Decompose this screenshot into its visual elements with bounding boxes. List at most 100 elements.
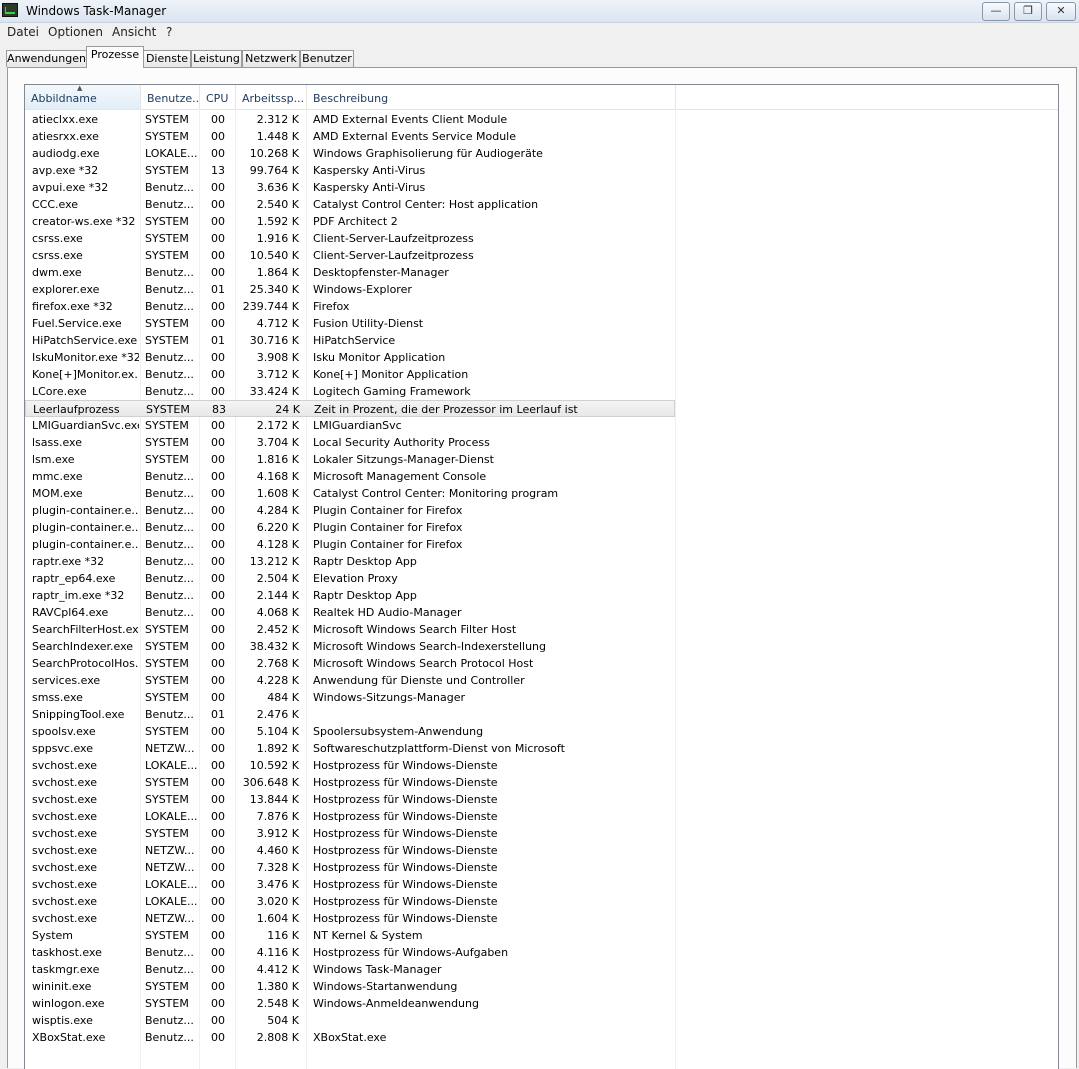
table-row[interactable]: IskuMonitor.exe *32 Benutz... 00 3.908 K Isk… <box>25 349 1058 366</box>
process-description: Hostprozess für Windows-Dienste <box>313 878 498 891</box>
process-memory: 306.648 K <box>242 776 299 789</box>
table-row[interactable]: HiPatchService.exe SYSTEM 01 30.716 K HiPatc… <box>25 332 1058 349</box>
table-row[interactable]: atieclxx.exe SYSTEM 00 2.312 K AMD External … <box>25 111 1058 128</box>
process-user: Benutz... <box>145 708 194 721</box>
process-rows: atieclxx.exe SYSTEM 00 2.312 K AMD External … <box>25 111 1058 1046</box>
process-name: XBoxStat.exe <box>32 1031 106 1044</box>
table-row[interactable]: CCC.exe Benutz... 00 2.540 K Catalyst Contro… <box>25 196 1058 213</box>
table-row[interactable]: wisptis.exe Benutz... 00 504 K <box>25 1012 1058 1029</box>
table-row[interactable]: svchost.exe NETZW... 00 1.604 K Hostprozess … <box>25 910 1058 927</box>
table-row[interactable]: explorer.exe Benutz... 01 25.340 K Windows-E… <box>25 281 1058 298</box>
table-row[interactable]: plugin-container.e... Benutz... 00 4.128 K P… <box>25 536 1058 553</box>
tab-dienste[interactable]: Dienste <box>143 50 191 67</box>
process-cpu: 00 <box>211 776 225 789</box>
table-row[interactable]: LMIGuardianSvc.exe SYSTEM 00 2.172 K LMIGuar… <box>25 417 1058 434</box>
column-header-mem[interactable]: Arbeitssp... <box>236 85 307 109</box>
table-row[interactable]: firefox.exe *32 Benutz... 00 239.744 K Firef… <box>25 298 1058 315</box>
column-header-name[interactable]: ▲ Abbildname <box>25 85 141 109</box>
process-description: Logitech Gaming Framework <box>313 385 471 398</box>
table-row[interactable]: avp.exe *32 SYSTEM 13 99.764 K Kaspersky Ant… <box>25 162 1058 179</box>
tab-prozesse[interactable]: Prozesse <box>86 46 144 68</box>
table-row[interactable]: sppsvc.exe NETZW... 00 1.892 K Softwareschut… <box>25 740 1058 757</box>
column-header-desc[interactable]: Beschreibung <box>307 85 676 109</box>
process-memory: 1.892 K <box>256 742 299 755</box>
process-name: HiPatchService.exe <box>32 334 138 347</box>
table-row[interactable]: svchost.exe NETZW... 00 7.328 K Hostprozess … <box>25 859 1058 876</box>
table-row[interactable]: raptr_ep64.exe Benutz... 00 2.504 K Elevatio… <box>25 570 1058 587</box>
table-row[interactable]: csrss.exe SYSTEM 00 1.916 K Client-Server-La… <box>25 230 1058 247</box>
table-row[interactable]: SearchFilterHost.exe SYSTEM 00 2.452 K Micro… <box>25 621 1058 638</box>
process-memory: 3.476 K <box>256 878 299 891</box>
menu-optionen[interactable]: Optionen <box>48 25 103 39</box>
process-name: SearchIndexer.exe <box>32 640 134 653</box>
process-cpu: 00 <box>211 215 225 228</box>
table-row[interactable]: svchost.exe NETZW... 00 4.460 K Hostprozess … <box>25 842 1058 859</box>
table-row[interactable]: SearchIndexer.exe SYSTEM 00 38.432 K Microso… <box>25 638 1058 655</box>
table-row[interactable]: avpui.exe *32 Benutz... 00 3.636 K Kaspersky… <box>25 179 1058 196</box>
table-row[interactable]: Fuel.Service.exe SYSTEM 00 4.712 K Fusion Ut… <box>25 315 1058 332</box>
table-row[interactable]: SnippingTool.exe Benutz... 01 2.476 K <box>25 706 1058 723</box>
process-memory: 10.592 K <box>249 759 299 772</box>
table-row[interactable]: svchost.exe SYSTEM 00 13.844 K Hostprozess f… <box>25 791 1058 808</box>
table-row[interactable]: taskmgr.exe Benutz... 00 4.412 K Windows Tas… <box>25 961 1058 978</box>
table-row[interactable]: SearchProtocolHos... SYSTEM 00 2.768 K Micro… <box>25 655 1058 672</box>
process-list[interactable]: ▲ Abbildname Benutze... CPU Arbeitssp...… <box>24 84 1059 1069</box>
table-row[interactable]: raptr.exe *32 Benutz... 00 13.212 K Raptr De… <box>25 553 1058 570</box>
table-row[interactable]: lsass.exe SYSTEM 00 3.704 K Local Security A… <box>25 434 1058 451</box>
process-cpu: 00 <box>211 181 225 194</box>
process-user: Benutz... <box>145 963 194 976</box>
table-row[interactable]: svchost.exe LOKALE... 00 7.876 K Hostprozess… <box>25 808 1058 825</box>
table-row[interactable]: spoolsv.exe SYSTEM 00 5.104 K Spoolersubsyst… <box>25 723 1058 740</box>
table-row[interactable]: MOM.exe Benutz... 00 1.608 K Catalyst Contro… <box>25 485 1058 502</box>
table-row[interactable]: dwm.exe Benutz... 00 1.864 K Desktopfenster-… <box>25 264 1058 281</box>
column-header-cpu[interactable]: CPU <box>200 85 236 109</box>
table-row[interactable]: svchost.exe LOKALE... 00 10.592 K Hostprozes… <box>25 757 1058 774</box>
table-row[interactable]: svchost.exe SYSTEM 00 306.648 K Hostprozess … <box>25 774 1058 791</box>
table-row[interactable]: mmc.exe Benutz... 00 4.168 K Microsoft Manag… <box>25 468 1058 485</box>
maximize-button[interactable]: ❐ <box>1014 2 1042 21</box>
table-row[interactable]: atiesrxx.exe SYSTEM 00 1.448 K AMD External … <box>25 128 1058 145</box>
menu-help[interactable]: ? <box>166 25 172 39</box>
process-name: raptr_ep64.exe <box>32 572 116 585</box>
table-row[interactable]: audiodg.exe LOKALE... 00 10.268 K Windows Gr… <box>25 145 1058 162</box>
tab-anwendungen[interactable]: Anwendungen <box>6 50 87 67</box>
process-user: SYSTEM <box>145 249 189 262</box>
table-row[interactable]: taskhost.exe Benutz... 00 4.116 K Hostprozes… <box>25 944 1058 961</box>
process-cpu: 01 <box>211 708 225 721</box>
table-row[interactable]: svchost.exe LOKALE... 00 3.020 K Hostprozess… <box>25 893 1058 910</box>
process-name: LMIGuardianSvc.exe <box>32 419 139 432</box>
table-row[interactable]: Leerlaufprozess SYSTEM 83 24 K Zeit in Proze… <box>25 400 675 417</box>
table-row[interactable]: services.exe SYSTEM 00 4.228 K Anwendung für… <box>25 672 1058 689</box>
menu-ansicht[interactable]: Ansicht <box>112 25 156 39</box>
table-row[interactable]: XBoxStat.exe Benutz... 00 2.808 K XBoxStat.e… <box>25 1029 1058 1046</box>
table-row[interactable]: winlogon.exe SYSTEM 00 2.548 K Windows-Anmel… <box>25 995 1058 1012</box>
process-memory: 2.540 K <box>256 198 299 211</box>
menu-datei[interactable]: Datei <box>7 25 39 39</box>
process-cpu: 00 <box>211 368 225 381</box>
process-description: Isku Monitor Application <box>313 351 446 364</box>
table-row[interactable]: svchost.exe LOKALE... 00 3.476 K Hostprozess… <box>25 876 1058 893</box>
table-row[interactable]: creator-ws.exe *32 SYSTEM 00 1.592 K PDF Arc… <box>25 213 1058 230</box>
table-row[interactable]: plugin-container.e... Benutz... 00 6.220 K P… <box>25 519 1058 536</box>
column-header-user[interactable]: Benutze... <box>141 85 200 109</box>
table-row[interactable]: Kone[+]Monitor.ex... Benutz... 00 3.712 K Ko… <box>25 366 1058 383</box>
table-row[interactable]: plugin-container.e... Benutz... 00 4.284 K P… <box>25 502 1058 519</box>
close-button[interactable]: ✕ <box>1046 2 1076 21</box>
table-row[interactable]: LCore.exe Benutz... 00 33.424 K Logitech Gam… <box>25 383 1058 400</box>
table-row[interactable]: raptr_im.exe *32 Benutz... 00 2.144 K Raptr … <box>25 587 1058 604</box>
table-row[interactable]: RAVCpl64.exe Benutz... 00 4.068 K Realtek HD… <box>25 604 1058 621</box>
tab-netzwerk[interactable]: Netzwerk <box>242 50 300 67</box>
minimize-button[interactable]: — <box>982 2 1010 21</box>
table-row[interactable]: csrss.exe SYSTEM 00 10.540 K Client-Server-L… <box>25 247 1058 264</box>
tab-leistung[interactable]: Leistung <box>191 50 242 67</box>
table-row[interactable]: lsm.exe SYSTEM 00 1.816 K Lokaler Sitzungs-M… <box>25 451 1058 468</box>
table-row[interactable]: System SYSTEM 00 116 K NT Kernel & System <box>25 927 1058 944</box>
table-row[interactable]: smss.exe SYSTEM 00 484 K Windows-Sitzungs-Ma… <box>25 689 1058 706</box>
process-name: csrss.exe <box>32 232 83 245</box>
process-memory: 1.608 K <box>256 487 299 500</box>
process-cpu: 00 <box>211 470 225 483</box>
table-row[interactable]: svchost.exe SYSTEM 00 3.912 K Hostprozess fü… <box>25 825 1058 842</box>
process-name: Fuel.Service.exe <box>32 317 122 330</box>
tab-benutzer[interactable]: Benutzer <box>300 50 354 67</box>
table-row[interactable]: wininit.exe SYSTEM 00 1.380 K Windows-Starta… <box>25 978 1058 995</box>
